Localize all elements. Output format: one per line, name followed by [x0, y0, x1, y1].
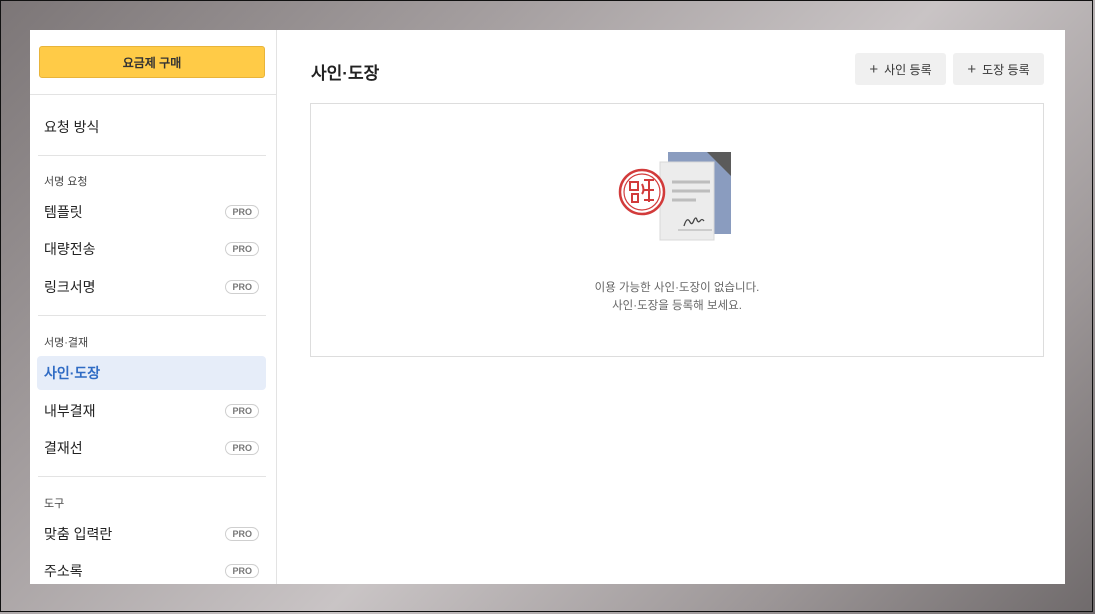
divider — [30, 94, 277, 95]
sidebar-item-address-book[interactable]: 주소록 PRO — [37, 554, 266, 584]
sidebar-item-approval-line[interactable]: 결재선 PRO — [37, 431, 266, 465]
sidebar-item-label: 결재선 — [44, 440, 83, 456]
sidebar-item-sign-stamp[interactable]: 사인·도장 — [37, 356, 266, 390]
sidebar-item-bulk-send[interactable]: 대량전송 PRO — [37, 232, 266, 266]
pro-badge: PRO — [225, 205, 259, 219]
plus-icon: + — [967, 60, 977, 78]
sidebar-item-label: 대량전송 — [44, 241, 96, 257]
sidebar-item-label: 내부결재 — [44, 403, 96, 419]
sidebar-item-label: 사인·도장 — [44, 365, 101, 381]
sidebar-item-internal-approval[interactable]: 내부결재 PRO — [37, 394, 266, 428]
add-sign-button[interactable]: + 사인 등록 — [855, 53, 946, 85]
plus-icon: + — [869, 60, 879, 78]
signature-document-illustration-icon — [618, 152, 731, 241]
sidebar-item-link-sign[interactable]: 링크서명 PRO — [37, 270, 266, 304]
add-stamp-label: 도장 등록 — [982, 62, 1030, 77]
sidebar-item-label: 요청 방식 — [44, 119, 100, 135]
sidebar-item-label: 링크서명 — [44, 279, 96, 295]
empty-message-line1: 이용 가능한 사인·도장이 없습니다. — [594, 282, 760, 294]
buy-plan-button[interactable]: 요금제 구매 — [39, 46, 265, 78]
pro-badge: PRO — [225, 280, 259, 294]
section-label-signature-approval: 서명·결재 — [44, 337, 89, 349]
sidebar-item-label: 템플릿 — [44, 204, 83, 220]
sidebar-item-request-method[interactable]: 요청 방식 — [37, 110, 266, 144]
pro-badge: PRO — [225, 564, 259, 578]
pro-badge: PRO — [225, 404, 259, 418]
divider — [38, 476, 266, 477]
sidebar-item-label: 주소록 — [44, 563, 83, 579]
section-label-tools: 도구 — [44, 498, 65, 510]
empty-state-panel: 이용 가능한 사인·도장이 없습니다. 사인·도장을 등록해 보세요. — [310, 103, 1044, 357]
empty-message-line2: 사인·도장을 등록해 보세요. — [612, 300, 742, 312]
sidebar: 요금제 구매 요청 방식 서명 요청 템플릿 PRO 대량전송 PRO 링크서명… — [30, 30, 277, 584]
pro-badge: PRO — [225, 527, 259, 541]
divider — [38, 155, 266, 156]
section-label-signature-request: 서명 요청 — [44, 176, 88, 188]
divider — [38, 315, 266, 316]
sidebar-item-template[interactable]: 템플릿 PRO — [37, 195, 266, 229]
page-title: 사인·도장 — [311, 64, 380, 83]
pro-badge: PRO — [225, 242, 259, 256]
app-window: 요금제 구매 요청 방식 서명 요청 템플릿 PRO 대량전송 PRO 링크서명… — [30, 30, 1065, 584]
add-stamp-button[interactable]: + 도장 등록 — [953, 53, 1044, 85]
add-sign-label: 사인 등록 — [884, 62, 932, 77]
sidebar-item-label: 맞춤 입력란 — [44, 526, 113, 542]
pro-badge: PRO — [225, 441, 259, 455]
sidebar-item-custom-input[interactable]: 맞춤 입력란 PRO — [37, 517, 266, 551]
